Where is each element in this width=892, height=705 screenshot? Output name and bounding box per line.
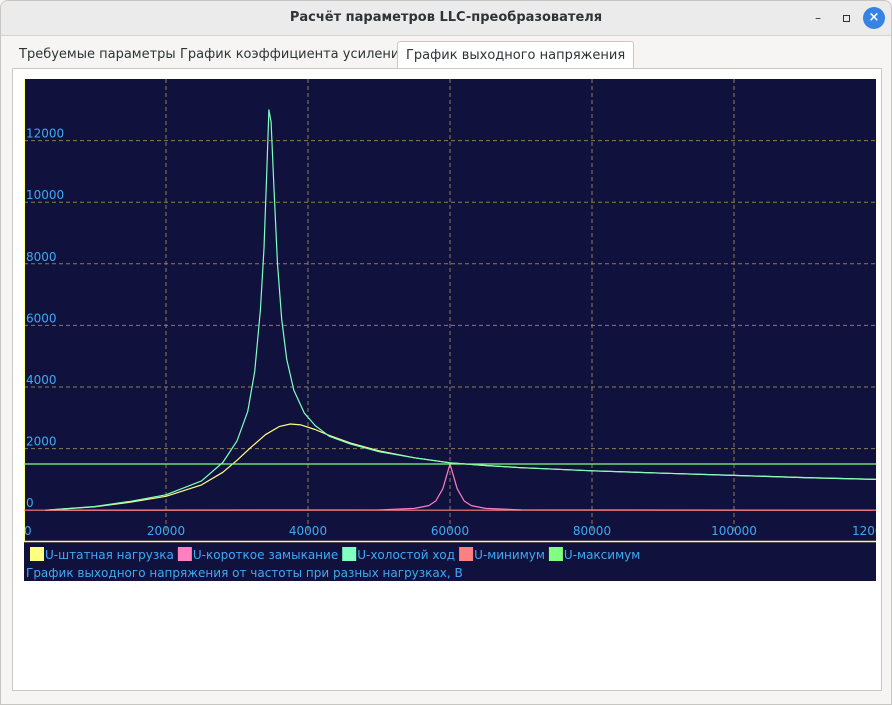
close-button[interactable]: × bbox=[863, 7, 885, 29]
y-tick-label: 4000 bbox=[26, 373, 57, 387]
legend-swatch-4 bbox=[459, 547, 474, 561]
tab-gain-chart[interactable]: График коэффициента усиления bbox=[172, 41, 415, 69]
legend-label-2: U-короткое замыкание bbox=[193, 548, 338, 562]
x-tick-label: 60000 bbox=[431, 524, 469, 538]
chart-title: График выходного напряжения от частоты п… bbox=[26, 566, 463, 580]
y-tick-label: 10000 bbox=[26, 188, 64, 202]
minimize-icon: – bbox=[815, 11, 821, 25]
legend-label-1: U-штатная нагрузка bbox=[45, 548, 174, 562]
output-voltage-chart: 0200040006000800010000120000 20000 40000 60… bbox=[24, 79, 876, 581]
y-tick-label: 8000 bbox=[26, 250, 57, 264]
close-icon: × bbox=[868, 10, 880, 25]
app-window: Расчёт параметров LLC-преобразователя – … bbox=[0, 0, 892, 705]
legend-swatch-1 bbox=[30, 547, 44, 561]
maximize-icon bbox=[842, 15, 850, 22]
title-bar[interactable]: Расчёт параметров LLC-преобразователя – … bbox=[1, 1, 891, 36]
legend-label-5: U-максимум bbox=[564, 548, 640, 562]
x-tick-label: 40000 bbox=[289, 524, 327, 538]
x-tick-label: 20000 bbox=[147, 524, 185, 538]
y-tick-label: 0 bbox=[26, 496, 34, 510]
x-tick-label: 0 bbox=[24, 524, 32, 538]
plot-background bbox=[24, 79, 876, 581]
y-tick-label: 12000 bbox=[26, 127, 64, 141]
legend-swatch-2 bbox=[177, 547, 192, 561]
x-tick-label: 120000 bbox=[852, 524, 876, 538]
legend-swatch-5 bbox=[548, 547, 563, 561]
minimize-button[interactable]: – bbox=[807, 7, 829, 29]
window-title: Расчёт параметров LLC-преобразователя bbox=[289, 10, 603, 25]
x-tick-label: 100000 bbox=[711, 524, 757, 538]
legend-label-3: U-холостой ход bbox=[357, 548, 455, 562]
x-tick-label: 80000 bbox=[573, 524, 611, 538]
legend-label-4: U-минимум bbox=[474, 548, 545, 562]
legend-swatch-3 bbox=[342, 547, 357, 561]
tab-output-voltage-chart[interactable]: График выходного напряжения bbox=[397, 41, 635, 70]
maximize-button[interactable] bbox=[835, 7, 857, 29]
tab-required-parameters[interactable]: Требуемые параметры bbox=[11, 41, 184, 69]
y-tick-label: 2000 bbox=[26, 435, 57, 449]
y-tick-label: 6000 bbox=[26, 311, 57, 325]
